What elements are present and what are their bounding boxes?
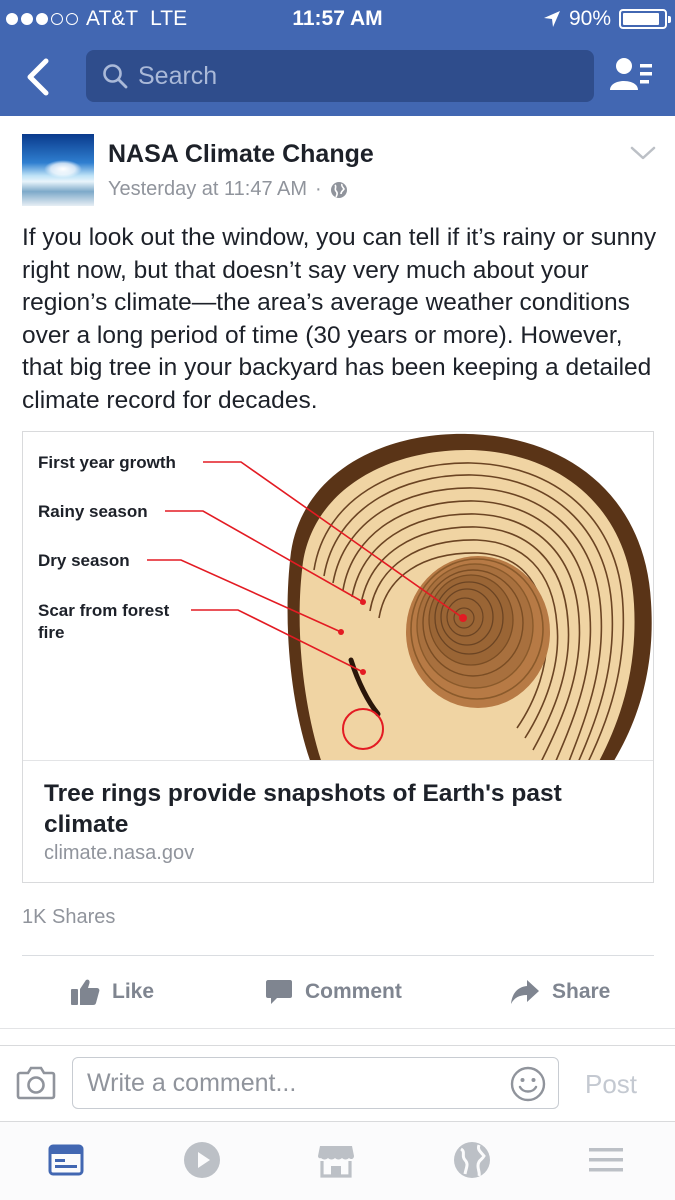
link-preview-image: First year growth Rainy season Dry seaso… xyxy=(23,432,653,761)
share-arrow-icon xyxy=(511,980,539,1004)
location-arrow-icon xyxy=(543,11,560,27)
chevron-left-icon xyxy=(27,58,49,96)
page-name-link[interactable]: NASA Climate Change xyxy=(108,140,374,169)
bottom-tab-bar xyxy=(0,1121,675,1200)
link-title[interactable]: Tree rings provide snapshots of Earth's … xyxy=(44,778,634,840)
section-separator xyxy=(0,1028,675,1046)
like-button[interactable]: Like xyxy=(70,957,154,1027)
label-first-year: First year growth xyxy=(38,453,176,472)
tree-rings-illustration: First year growth Rainy season Dry seaso… xyxy=(38,433,652,760)
comment-box[interactable] xyxy=(72,1057,559,1109)
label-fire-scar-1: Scar from forest xyxy=(38,601,170,620)
smiley-icon xyxy=(510,1066,546,1102)
link-domain: climate.nasa.gov xyxy=(44,842,195,864)
avatar-sun-glow xyxy=(44,160,82,178)
back-button[interactable] xyxy=(20,55,60,99)
label-dry-season: Dry season xyxy=(38,551,130,570)
news-feed-icon xyxy=(48,1144,84,1176)
share-button[interactable]: Share xyxy=(510,957,610,1027)
like-label: Like xyxy=(112,980,155,1003)
comment-composer: Post xyxy=(0,1047,675,1121)
notifications-globe-icon xyxy=(454,1142,490,1178)
friend-requests-icon xyxy=(610,58,652,90)
link-preview-card[interactable]: First year growth Rainy season Dry seaso… xyxy=(22,431,654,883)
camera-icon xyxy=(16,1066,56,1100)
status-right: 90% xyxy=(543,7,671,31)
search-bar[interactable] xyxy=(86,50,594,102)
camera-button[interactable] xyxy=(16,1065,56,1101)
sticker-button[interactable] xyxy=(510,1066,546,1102)
battery-icon xyxy=(619,9,671,29)
post-header: NASA Climate Change Yesterday at 11:47 A… xyxy=(0,116,675,216)
comment-button[interactable]: Comment xyxy=(265,957,402,1027)
post-body-text: If you look out the window, you can tell… xyxy=(22,224,657,414)
tab-menu[interactable] xyxy=(586,1140,630,1184)
shares-count[interactable]: 1K Shares xyxy=(22,906,115,929)
post-meta: Yesterday at 11:47 AM · xyxy=(108,178,348,201)
post-actions: Like Comment Share xyxy=(0,957,675,1027)
video-icon xyxy=(184,1142,220,1178)
battery-percent: 90% xyxy=(568,7,611,30)
top-bar: AT&T LTE 11:57 AM 90% xyxy=(0,0,675,116)
friend-requests-button[interactable] xyxy=(608,54,656,98)
divider xyxy=(22,955,654,956)
share-label: Share xyxy=(552,980,611,1003)
tab-notifications[interactable] xyxy=(452,1140,496,1184)
meta-separator: · xyxy=(315,178,322,200)
comment-input[interactable] xyxy=(87,1068,507,1098)
post-timestamp[interactable]: Yesterday at 11:47 AM xyxy=(108,178,307,201)
marketplace-icon xyxy=(318,1146,354,1178)
chevron-down-icon xyxy=(630,146,656,160)
post-options-button[interactable] xyxy=(626,142,660,164)
globe-icon xyxy=(330,181,347,198)
tab-video[interactable] xyxy=(182,1140,226,1184)
thumbs-up-icon xyxy=(71,979,100,1005)
search-icon xyxy=(103,64,128,89)
label-fire-scar-2: fire xyxy=(38,623,64,642)
search-input[interactable] xyxy=(138,61,578,91)
comment-label: Comment xyxy=(305,980,402,1003)
post-comment-button[interactable]: Post xyxy=(585,1069,637,1100)
page-avatar[interactable] xyxy=(22,134,94,206)
status-bar: AT&T LTE 11:57 AM 90% xyxy=(0,0,675,38)
tab-marketplace[interactable] xyxy=(316,1140,360,1184)
comment-bubble-icon xyxy=(266,980,292,1004)
label-rainy-season: Rainy season xyxy=(38,502,148,521)
menu-icon xyxy=(589,1148,623,1172)
tab-news-feed[interactable] xyxy=(46,1140,90,1184)
